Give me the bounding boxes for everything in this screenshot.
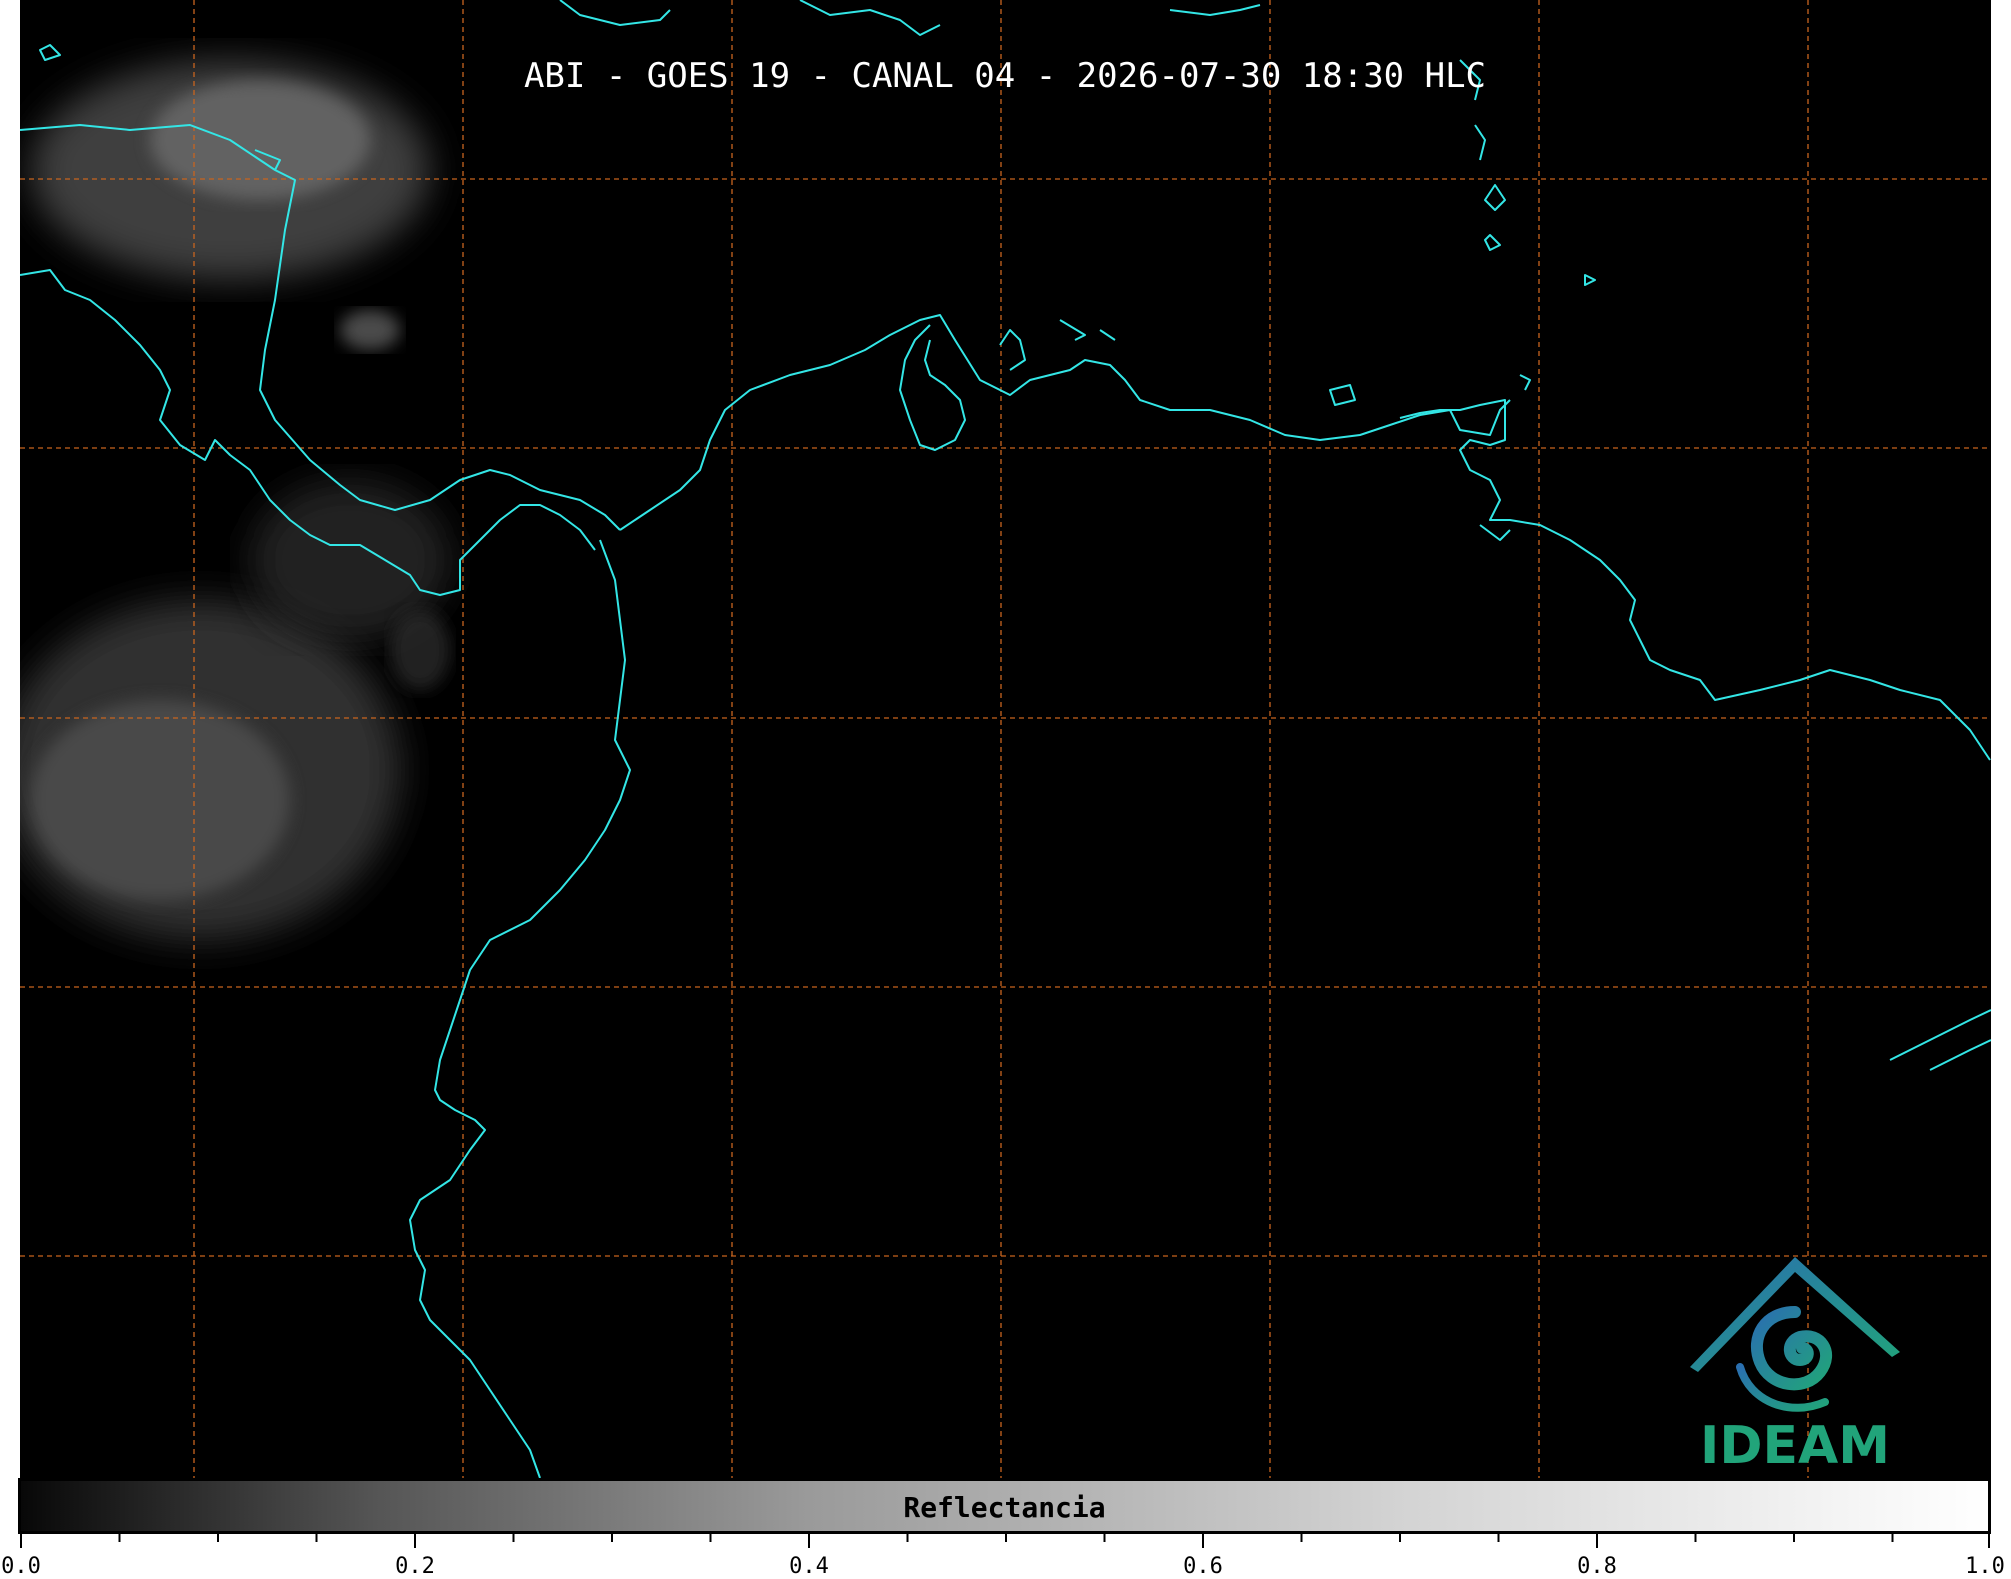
- cloud-cover: [20, 60, 450, 940]
- colorbar-tick-label: 0.0: [1, 1554, 41, 1579]
- colorbar-label: Reflectancia: [903, 1491, 1106, 1524]
- colorbar: Reflectancia: [18, 1478, 1991, 1534]
- colorbar-tick-label: 0.8: [1577, 1554, 1617, 1579]
- colorbar-tick-label: 0.4: [789, 1554, 829, 1579]
- colorbar-tick-label: 0.6: [1183, 1554, 1223, 1579]
- ideam-logo-text: IDEAM: [1699, 1416, 1891, 1476]
- map-title: ABI - GOES 19 - CANAL 04 - 2026-07-30 18…: [524, 56, 1486, 96]
- colorbar-tick-label: 1.0: [1965, 1554, 2005, 1579]
- colorbar-tick-label: 0.2: [395, 1554, 435, 1579]
- colorbar-ticks: 0.0 0.2 0.4 0.6 0.8 1.0: [0, 1534, 2011, 1579]
- colorbar-tick-marks: [20, 1534, 1990, 1548]
- ideam-logo-mark: [1690, 1257, 1900, 1412]
- ideam-logo: IDEAM: [1680, 1252, 1910, 1476]
- satellite-image: ABI - GOES 19 - CANAL 04 - 2026-07-30 18…: [20, 0, 1991, 1478]
